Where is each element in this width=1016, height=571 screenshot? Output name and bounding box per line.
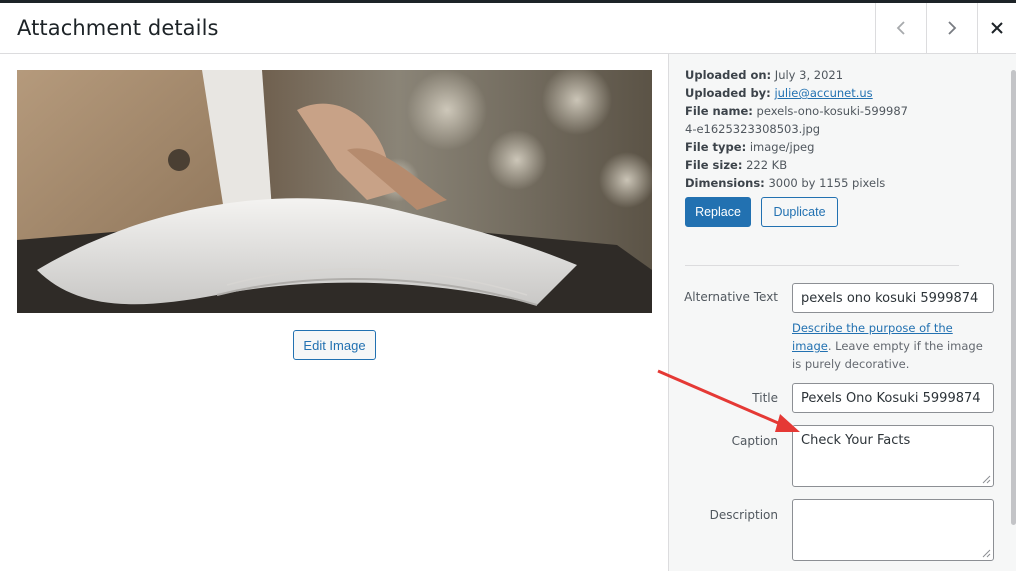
duplicate-button[interactable]: Duplicate (761, 197, 838, 227)
modal-header: Attachment details (0, 3, 1016, 54)
uploaded-on-label: Uploaded on: (685, 68, 772, 82)
edit-image-button[interactable]: Edit Image (293, 330, 376, 360)
uploaded-by: Uploaded by: julie@accunet.us (685, 84, 915, 102)
alt-text-input[interactable] (792, 283, 994, 313)
close-icon (991, 22, 1003, 34)
resize-grip-icon[interactable] (982, 549, 991, 558)
title-input[interactable] (792, 383, 994, 413)
file-details: Uploaded on: July 3, 2021 Uploaded by: j… (685, 66, 915, 192)
dimensions-label: Dimensions: (685, 176, 765, 190)
file-size: File size: 222 KB (685, 156, 915, 174)
preview-pane: Edit Image (0, 54, 668, 571)
section-divider (685, 265, 959, 266)
description-textarea[interactable] (792, 499, 994, 561)
next-button[interactable] (926, 3, 977, 53)
file-type-value: image/jpeg (749, 140, 815, 154)
attachment-image (17, 70, 652, 313)
file-type-label: File type: (685, 140, 747, 154)
uploader-link[interactable]: julie@accunet.us (774, 86, 872, 100)
modal-title: Attachment details (17, 16, 219, 40)
file-name: File name: pexels-ono-kosuki-5999874-e16… (685, 102, 915, 138)
caption-text: Check Your Facts (801, 433, 911, 448)
dimensions-value: 3000 by 1155 pixels (768, 176, 886, 190)
caption-label: Caption (731, 434, 778, 448)
previous-button[interactable] (875, 3, 926, 53)
title-label: Title (752, 391, 778, 405)
alt-text-help: Describe the purpose of the image. Leave… (792, 319, 992, 373)
file-type: File type: image/jpeg (685, 138, 915, 156)
resize-grip-icon[interactable] (982, 475, 991, 484)
caption-textarea[interactable]: Check Your Facts (792, 425, 994, 487)
uploaded-on-value: July 3, 2021 (774, 68, 844, 82)
dimensions: Dimensions: 3000 by 1155 pixels (685, 174, 915, 192)
uploaded-by-label: Uploaded by: (685, 86, 771, 100)
sidebar-scrollbar[interactable] (1011, 70, 1016, 525)
close-button[interactable] (977, 3, 1016, 53)
replace-button[interactable]: Replace (685, 197, 751, 227)
chevron-right-icon (948, 21, 957, 35)
chevron-left-icon (896, 21, 905, 35)
file-size-label: File size: (685, 158, 743, 172)
uploaded-on: Uploaded on: July 3, 2021 (685, 66, 915, 84)
file-size-value: 222 KB (746, 158, 788, 172)
description-label: Description (709, 508, 778, 522)
alt-text-label: Alternative Text (684, 290, 778, 304)
file-name-label: File name: (685, 104, 753, 118)
